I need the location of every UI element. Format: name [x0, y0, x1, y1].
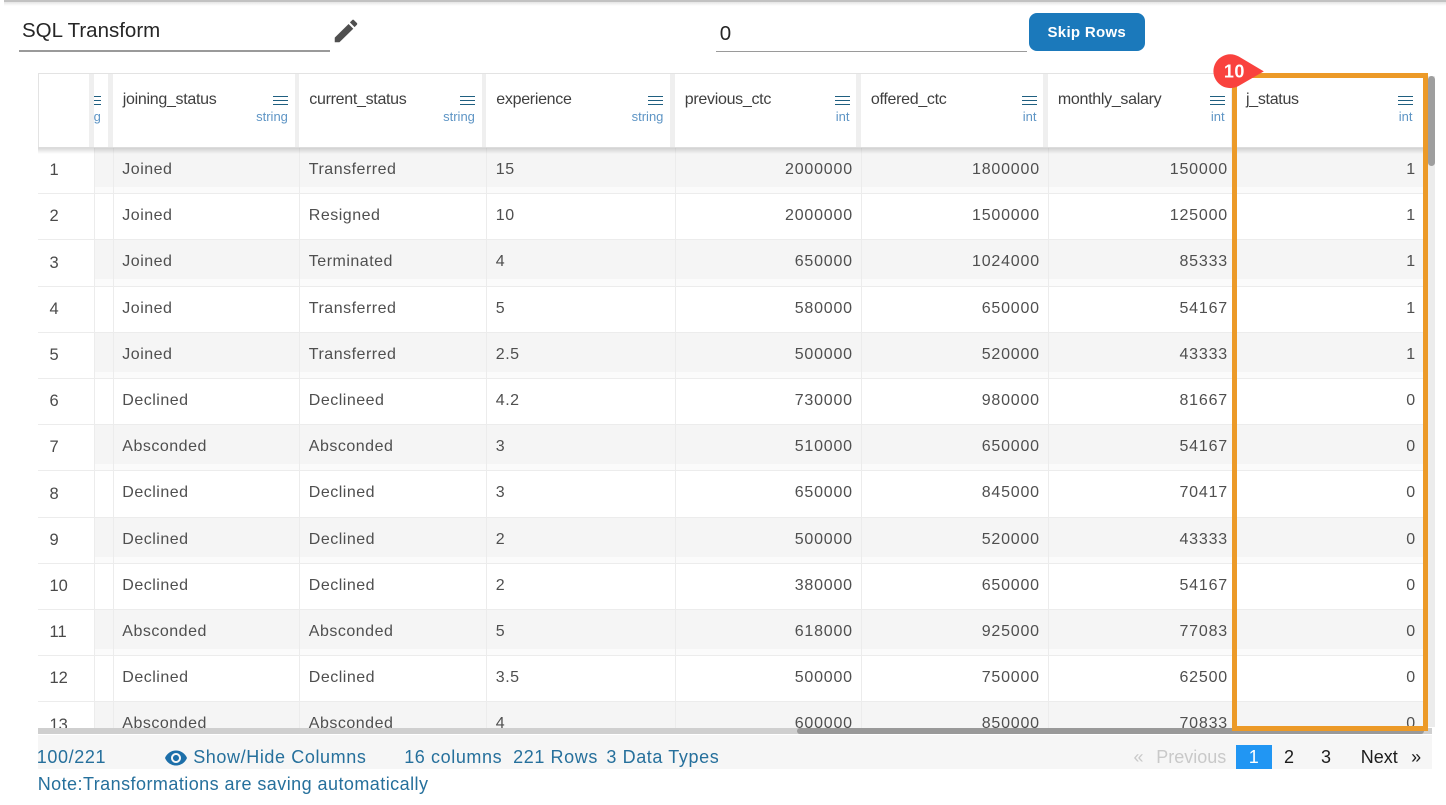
svg-text:10: 10	[1224, 61, 1245, 81]
